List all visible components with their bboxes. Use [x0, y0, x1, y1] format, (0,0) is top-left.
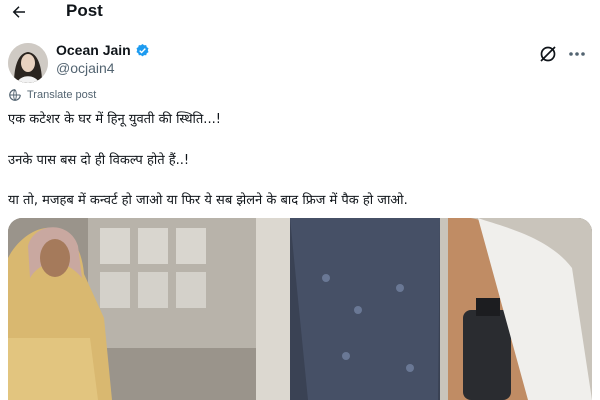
post-header: Post [0, 0, 600, 26]
author-handle[interactable]: @ocjain4 [56, 60, 115, 76]
arrow-left-icon [12, 6, 25, 18]
post-media[interactable] [8, 218, 592, 400]
author-name-row: Ocean Jain [56, 42, 150, 58]
back-button[interactable] [8, 0, 30, 24]
grok-icon [540, 46, 556, 62]
author-name[interactable]: Ocean Jain [56, 42, 131, 58]
tweet-text-line: उनके पास बस दो ही विकल्प होते हैं..! [8, 153, 190, 168]
avatar[interactable] [8, 43, 48, 83]
page-title: Post [66, 1, 103, 20]
media-image [8, 218, 592, 400]
avatar-image [8, 43, 48, 83]
translate-label: Translate post [27, 89, 97, 101]
translate-icon [9, 89, 21, 101]
tweet-text-line: या तो, मजहब में कन्वर्ट हो जाओ या फिर ये… [8, 193, 408, 208]
grok-button[interactable] [538, 44, 558, 64]
more-horizontal-icon [569, 52, 585, 56]
verified-badge-icon [136, 43, 149, 56]
more-button[interactable] [566, 44, 588, 64]
tweet-text-line: एक कटेशर के घर में हिनू युवती की स्थिति.… [8, 112, 221, 127]
translate-post-link[interactable]: Translate post [8, 88, 96, 102]
